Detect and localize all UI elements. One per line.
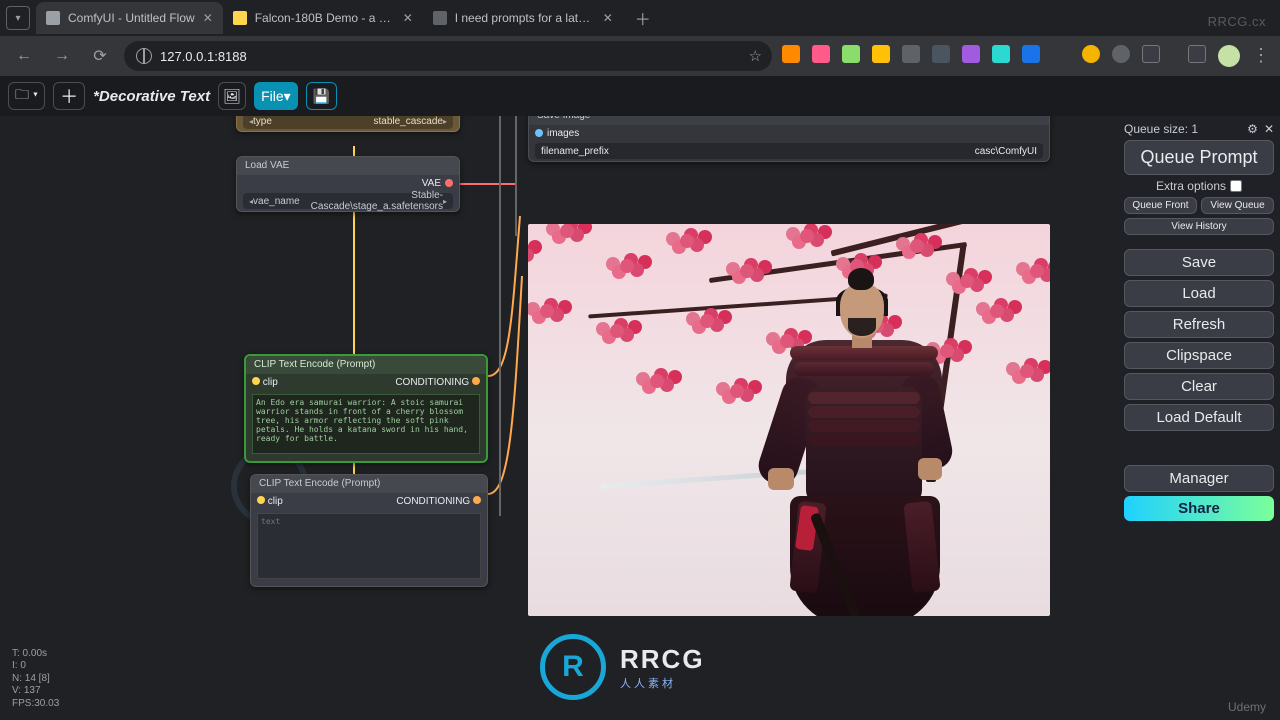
extensions-puzzle-icon[interactable] [1142,45,1160,63]
tab-search-button[interactable]: ▾ [6,6,30,30]
queue-prompt-button[interactable]: Queue Prompt [1124,140,1274,175]
clear-button[interactable]: Clear [1124,373,1274,400]
address-bar[interactable]: 127.0.0.1:8188 ☆ [124,41,772,71]
node-clip-text-encode-negative[interactable]: CLIP Text Encode (Prompt) clip CONDITION… [250,474,488,587]
field-vae-name[interactable]: ◂vae_nameStable-Cascade\stage_a.safetens… [243,193,453,209]
chrome-menu-icon[interactable]: ⋮ [1252,45,1270,67]
close-tab-icon[interactable]: ✕ [603,11,613,25]
save-icon-button[interactable]: 💾 [306,82,337,110]
browser-tab-strip: ▾ ComfyUI - Untitled Flow ✕ Falcon-180B … [0,0,1280,36]
extension-icon[interactable] [1112,45,1130,63]
port-clip-in[interactable] [252,377,260,385]
extension-icon[interactable] [962,45,980,63]
extension-icon[interactable] [992,45,1010,63]
site-info-icon[interactable] [136,48,152,64]
back-button[interactable]: ← [10,42,38,70]
extensions-row: ⋮ [782,45,1270,67]
clipspace-button[interactable]: Clipspace [1124,342,1274,369]
watermark-bottom-right: Udemy [1228,700,1266,714]
node-clip-text-encode-positive[interactable]: CLIP Text Encode (Prompt) clip CONDITION… [244,354,488,463]
node-save-image[interactable]: Save Image images filename_prefixcasc\Co… [528,116,1050,162]
app-topbar: 🗀 ▾ ＋ *Decorative Text 🖼 File ▾ 💾 [0,76,1280,116]
share-button[interactable]: Share [1124,496,1274,521]
bookmark-star-icon[interactable]: ☆ [749,47,762,65]
extension-icon[interactable] [1022,45,1040,63]
favicon-icon [233,11,247,25]
spacer [1172,45,1176,67]
tab-comfyui[interactable]: ComfyUI - Untitled Flow ✕ [36,2,223,34]
watermark-top-right: RRCG.cx [1208,14,1266,29]
node-title: CLIP Text Encode (Prompt) [251,475,487,493]
node-title: Load VAE [237,157,459,175]
extension-icon[interactable] [812,45,830,63]
view-queue-button[interactable]: View Queue [1201,197,1274,214]
extension-icon[interactable] [1082,45,1100,63]
view-history-button[interactable]: View History [1124,218,1274,235]
port-images-in[interactable] [535,129,543,137]
spacer [1052,45,1070,67]
watermark-logo: R RRCG 人人素材 [540,634,705,700]
extra-options-row: Extra options [1124,179,1274,193]
extension-icon[interactable] [842,45,860,63]
forward-button[interactable]: → [48,42,76,70]
field-type[interactable]: ◂typestable_cascade▸ [243,116,453,129]
queue-front-button[interactable]: Queue Front [1124,197,1197,214]
folder-button[interactable]: 🗀 ▾ [8,82,45,110]
arrow-right-icon[interactable]: ▸ [443,117,447,126]
tab-title: Falcon-180B Demo - a Hugging Face [255,11,395,25]
field-filename-prefix[interactable]: filename_prefixcasc\ComfyUI [535,143,1043,159]
document-title: *Decorative Text [93,88,210,105]
neg-prompt-textarea[interactable] [257,513,481,579]
extension-icon[interactable] [932,45,950,63]
load-button[interactable]: Load [1124,280,1274,307]
refresh-button[interactable]: Refresh [1124,311,1274,338]
image-icon[interactable]: 🖼 [218,82,246,110]
extension-icon[interactable] [872,45,890,63]
node-load-checkpoint[interactable]: CLIP ◂ckpt_namescascade\scas-model.safet… [236,116,460,132]
reload-button[interactable]: ⟳ [86,42,114,70]
favicon-icon [433,11,447,25]
extension-icon[interactable] [782,45,800,63]
file-menu[interactable]: File ▾ [254,82,298,110]
extension-icon[interactable] [902,45,920,63]
settings-gear-icon[interactable]: ⚙ [1247,122,1258,136]
node-title: Save Image [529,116,1049,125]
samurai-figure [730,266,990,616]
port-clip-in[interactable] [257,496,265,504]
node-canvas[interactable]: RR CLIP ◂ckpt_namescascade\scas-model.sa… [0,116,1280,720]
node-load-vae[interactable]: Load VAE VAE ◂vae_nameStable-Cascade\sta… [236,156,460,212]
url-text: 127.0.0.1:8188 [160,49,247,64]
manager-button[interactable]: Manager [1124,465,1274,492]
close-tab-icon[interactable]: ✕ [403,11,413,25]
sidepanel-icon[interactable] [1188,45,1206,63]
tab-falcon[interactable]: Falcon-180B Demo - a Hugging Face ✕ [223,2,423,34]
new-tab-button[interactable]: ＋ [629,4,657,32]
close-tab-icon[interactable]: ✕ [203,11,213,25]
load-default-button[interactable]: Load Default [1124,404,1274,431]
tab-title: I need prompts for a latent diffusion p [455,11,595,25]
node-title: CLIP Text Encode (Prompt) [246,356,486,374]
tab-prompts[interactable]: I need prompts for a latent diffusion p … [423,2,623,34]
queue-size-label: Queue size: 1 [1124,122,1198,136]
port-conditioning-out[interactable] [473,496,481,504]
add-button[interactable]: ＋ [53,82,85,110]
arrow-right-icon[interactable]: ▸ [443,197,447,206]
extra-options-checkbox[interactable] [1230,180,1242,192]
save-button[interactable]: Save [1124,249,1274,276]
favicon-icon [46,11,60,25]
output-image [528,224,1050,616]
port-vae-out[interactable] [445,179,453,187]
browser-toolbar: ← → ⟳ 127.0.0.1:8188 ☆ ⋮ [0,36,1280,76]
output-vae-label: VAE [422,178,441,189]
control-panel: Queue size: 1 ⚙ ✕ Queue Prompt Extra opt… [1118,116,1280,527]
prompt-textarea[interactable] [252,394,480,454]
tab-title: ComfyUI - Untitled Flow [68,11,195,25]
profile-avatar[interactable] [1218,45,1240,67]
close-panel-icon[interactable]: ✕ [1264,122,1274,136]
port-conditioning-out[interactable] [472,377,480,385]
perf-stats: T: 0.00s I: 0 N: 14 [8] V: 137 FPS:30.03 [12,648,59,711]
